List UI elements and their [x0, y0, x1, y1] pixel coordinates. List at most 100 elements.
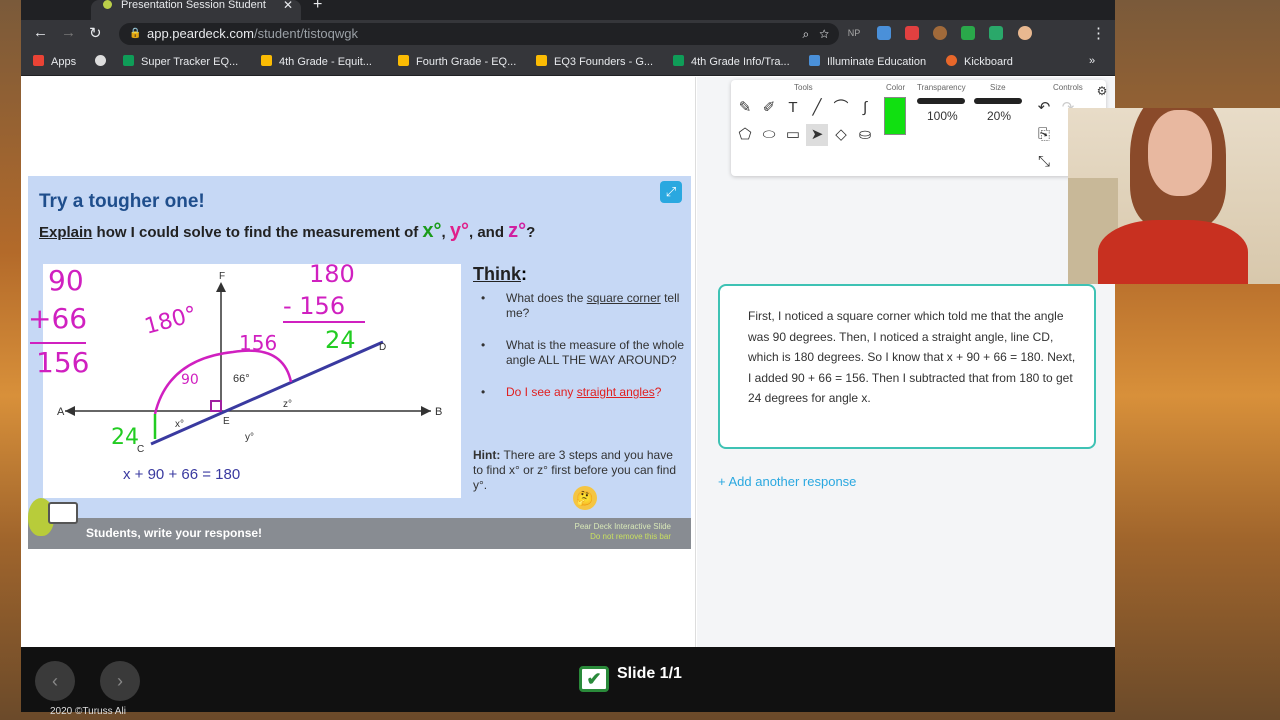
bookmark-apps[interactable]: Apps	[33, 55, 76, 68]
settings-gear-icon[interactable]: ⚙	[1091, 80, 1113, 102]
add-another-response-link[interactable]: + Add another response	[718, 474, 856, 489]
polygon-icon[interactable]: ⬠	[734, 124, 756, 146]
point-f-label: F	[219, 271, 225, 282]
ellipse-icon[interactable]: ⬭	[758, 124, 780, 146]
url-host: app.peardeck.com	[147, 26, 254, 41]
think-item-square-corner: What does the square corner tell me?	[473, 291, 686, 321]
forward-icon[interactable]: →	[61, 24, 76, 41]
response-textbox[interactable]: First, I noticed a square corner which t…	[718, 284, 1096, 449]
think-heading: Think:	[473, 264, 527, 284]
line-cd	[150, 340, 384, 446]
undo-icon[interactable]: ↶	[1033, 97, 1055, 119]
think-list: What does the square corner tell me? Wha…	[473, 291, 686, 400]
sheets-icon	[123, 55, 134, 66]
shield-extension-icon[interactable]	[961, 26, 975, 40]
expand-icon[interactable]: ⤢	[660, 181, 682, 203]
think-item-straight-angles: Do I see any straight angles?	[473, 385, 686, 400]
response-text[interactable]: First, I noticed a square corner which t…	[748, 306, 1078, 409]
controls-label: Controls	[1053, 83, 1083, 92]
collapse-icon[interactable]: ⤡	[1033, 151, 1055, 173]
url-path: /student/tistoqwgk	[253, 26, 359, 41]
arrow-a	[65, 406, 75, 416]
rectangle-icon[interactable]: ▭	[782, 124, 804, 146]
transparency-slider[interactable]	[917, 98, 965, 104]
select-cursor-icon[interactable]: ➤	[806, 124, 828, 146]
bookmark-fourth-grade-eq[interactable]: Fourth Grade - EQ...	[398, 55, 516, 68]
tab-title: Presentation Session Student	[121, 0, 266, 11]
transparency-label: Transparency	[917, 83, 966, 92]
menu-icon[interactable]: ⋮	[1091, 24, 1106, 42]
webcam-person-face	[1148, 110, 1212, 196]
new-tab-icon[interactable]: +	[313, 0, 322, 14]
drawing-toolbar: Tools Color Transparency Size Controls ✎…	[731, 80, 1107, 176]
arrow-b	[421, 406, 431, 416]
angle-diagram-svg: A B C D E F 66° z° x° y° 90 156 24 180°	[57, 240, 442, 483]
next-slide-button[interactable]: ›	[100, 661, 140, 701]
bookmark-star-icon[interactable]: ☆	[819, 27, 829, 41]
marker-icon[interactable]: ✐	[758, 97, 780, 119]
chevron-left-icon: ‹	[52, 671, 58, 691]
profile-avatar[interactable]	[1018, 26, 1032, 40]
bookmark-super-tracker[interactable]: Super Tracker EQ...	[123, 55, 238, 68]
drive-extension-icon[interactable]	[989, 26, 1003, 40]
bookmark-item[interactable]	[95, 55, 113, 68]
paint-bucket-icon[interactable]: ⛀	[854, 124, 876, 146]
apps-grid-icon	[33, 55, 44, 66]
size-slider[interactable]	[974, 98, 1022, 104]
bookmark-4th-grade-info[interactable]: 4th Grade Info/Tra...	[673, 55, 790, 68]
webcam-overlay	[1068, 108, 1280, 284]
bookmark-4th-grade-equit[interactable]: 4th Grade - Equit...	[261, 55, 372, 68]
bookmark-illuminate[interactable]: Illuminate Education	[809, 55, 926, 68]
np-extension-icon[interactable]: NP	[847, 26, 861, 40]
handwritten-180-degrees: 180°	[142, 302, 200, 340]
previous-slide-button[interactable]: ‹	[35, 661, 75, 701]
tab-presentation[interactable]: Presentation Session Student ✕	[91, 0, 301, 20]
line-icon[interactable]: ╱	[806, 97, 828, 119]
size-label: Size	[990, 83, 1006, 92]
slide-title: Try a tougher one!	[39, 191, 205, 212]
think-item-whole-angle: What is the measure of the whole angle A…	[473, 338, 686, 368]
think-box: Think: What does the square corner tell …	[473, 264, 686, 498]
freehand-icon[interactable]: ∫	[854, 97, 876, 119]
omnibox-icons: ⌕ ☆	[802, 23, 829, 45]
reload-icon[interactable]: ↻	[89, 24, 102, 42]
desktop-bottom-text: 2020 ©Turuss Ali	[50, 706, 126, 717]
more-bookmarks-icon[interactable]: »	[1089, 55, 1095, 67]
slide-pane: Try a tougher one! Explain how I could s…	[21, 77, 696, 647]
tab-strip: Presentation Session Student ✕ +	[21, 0, 1115, 20]
handwritten-minus-156: - 156	[283, 292, 345, 320]
bookmark-kickboard[interactable]: Kickboard	[946, 55, 1013, 68]
x-label: x°	[422, 220, 442, 242]
clear-icon[interactable]: ⎘	[1033, 124, 1055, 146]
color-swatch[interactable]	[884, 97, 906, 135]
handwritten-24: 24	[325, 326, 356, 354]
speech-bubble-icon	[48, 502, 78, 524]
eraser-icon[interactable]: ◇	[830, 124, 852, 146]
tools-label: Tools	[794, 83, 813, 92]
red-extension-icon[interactable]	[905, 26, 919, 40]
y-label: y°	[449, 220, 469, 242]
angle-66-label: 66°	[233, 373, 250, 385]
cookie-extension-icon[interactable]	[933, 26, 947, 40]
equation-text: x + 90 + 66 = 180	[123, 466, 240, 483]
zoom-icon[interactable]: ⌕	[802, 27, 809, 41]
bookmark-eq3-founders[interactable]: EQ3 Founders - G...	[536, 55, 653, 68]
arrow-f	[216, 282, 226, 292]
transparency-value: 100%	[927, 109, 958, 123]
peardeck-bar: Students, write your response! Pear Deck…	[28, 498, 691, 549]
angle-z-label: z°	[283, 399, 292, 410]
close-tab-icon[interactable]: ✕	[283, 0, 293, 11]
back-icon[interactable]: ←	[33, 24, 48, 41]
calendar-extension-icon[interactable]	[877, 26, 891, 40]
drive-icon	[398, 55, 409, 66]
drive-icon	[536, 55, 547, 66]
text-icon[interactable]: T	[782, 97, 804, 119]
point-e-label: E	[223, 416, 230, 427]
square-corner	[210, 400, 222, 412]
pencil-icon[interactable]: ✎	[734, 97, 756, 119]
curve-icon[interactable]: ⌒	[830, 97, 852, 119]
address-bar[interactable]: 🔒 app.peardeck.com/student/tistoqwgk ⌕ ☆	[119, 23, 839, 45]
explain-word: Explain	[39, 224, 93, 241]
browser-toolbar: ← → ↻ 🔒 app.peardeck.com/student/tistoqw…	[21, 20, 1115, 48]
slide-counter: ✔ Slide 1/1	[579, 665, 682, 692]
